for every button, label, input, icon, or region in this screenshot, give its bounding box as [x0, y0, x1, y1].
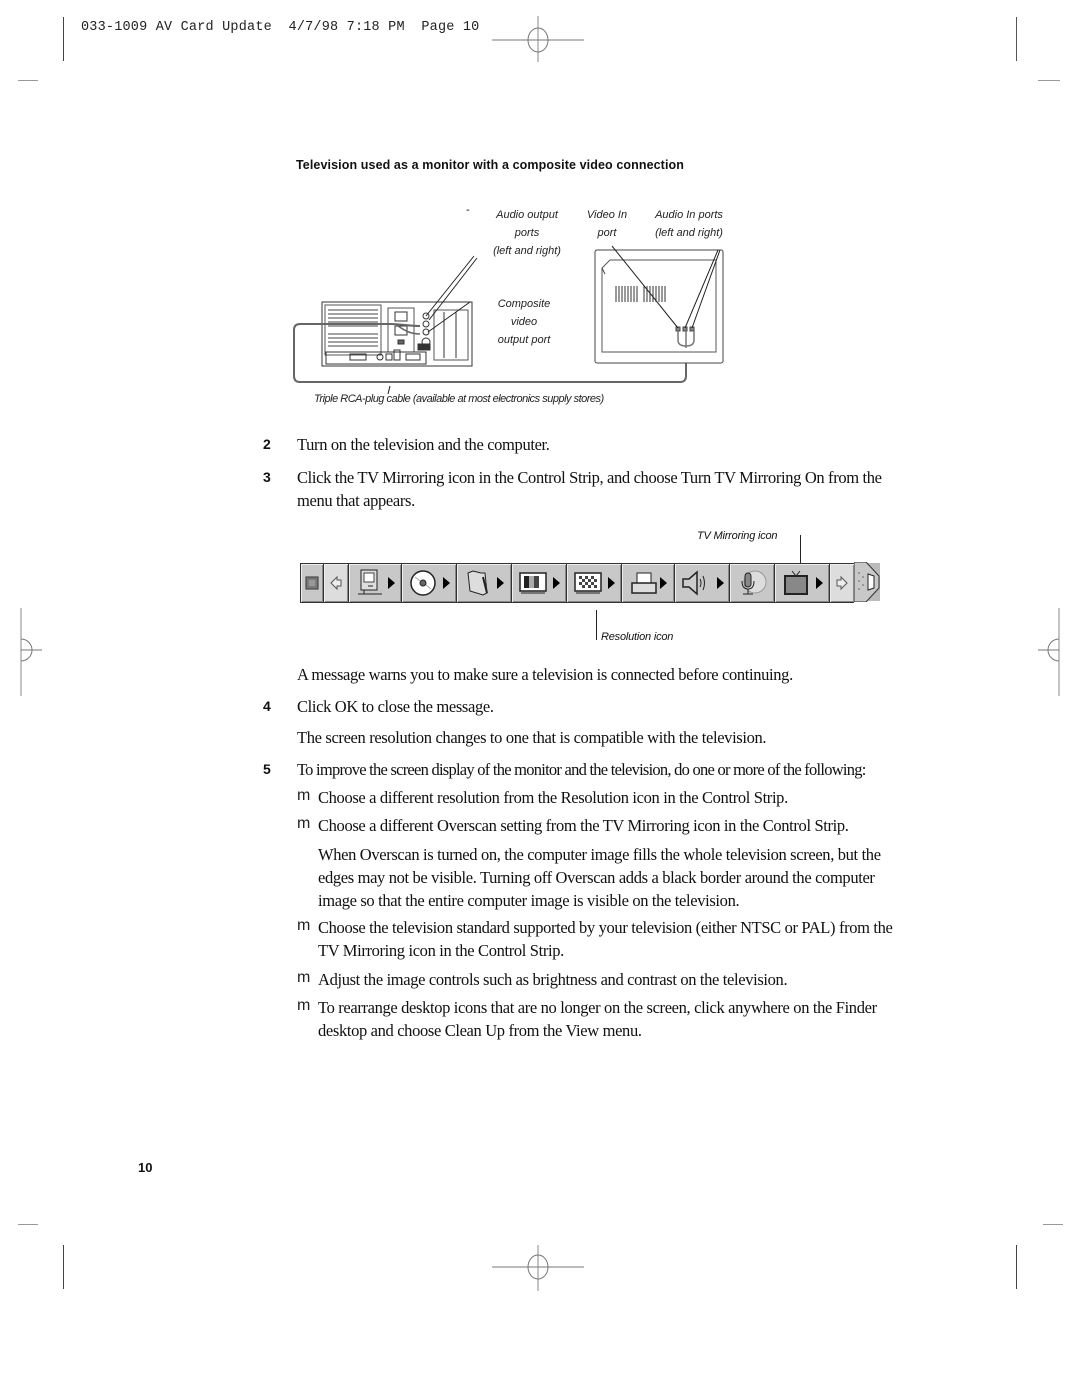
menu-arrow-icon — [815, 577, 823, 589]
crop-mark — [1043, 1224, 1063, 1225]
menu-arrow-icon — [496, 577, 504, 589]
bullet-item: To rearrange desktop icons that are no l… — [318, 998, 877, 1040]
step-text: Turn on the television and the computer. — [297, 435, 550, 454]
file-sharing-control-button[interactable] — [456, 563, 511, 603]
registration-mark-bottom — [492, 1245, 584, 1291]
expand-strip-button[interactable] — [829, 563, 854, 603]
menu-arrow-icon — [387, 577, 395, 589]
callout-dash: - — [466, 204, 470, 216]
crop-mark — [63, 17, 64, 61]
bullet-item: Choose a different resolution from the R… — [318, 788, 788, 807]
menu-arrow-icon — [716, 577, 724, 589]
step-text: Click the TV Mirroring icon in the Contr… — [297, 468, 882, 510]
computer-back-panel — [321, 301, 473, 367]
cd-control-button[interactable] — [401, 563, 456, 603]
crop-mark — [18, 1224, 38, 1225]
expand-arrow-icon — [836, 575, 848, 591]
tv-mirroring-callout: TV Mirroring icon — [697, 530, 778, 542]
registration-mark-top — [492, 16, 584, 62]
bullet-item: Choose the television standard supported… — [318, 918, 893, 960]
crop-mark — [1016, 1245, 1017, 1289]
step-text: To improve the screen display of the mon… — [297, 760, 866, 779]
control-strip — [300, 562, 880, 603]
bullet-glyph: m — [297, 787, 311, 804]
resolution-callout: Resolution icon — [601, 631, 674, 643]
menu-arrow-icon — [442, 577, 450, 589]
callout-audio-in-ports: Audio In ports (left and right) — [655, 209, 723, 239]
file-sharing-folder-icon — [466, 570, 488, 596]
speaker-volume-icon — [681, 570, 705, 596]
sound-source-control-button[interactable] — [729, 563, 774, 603]
collapse-arrow-icon — [330, 575, 342, 591]
close-strip-button[interactable] — [300, 563, 323, 603]
resolution-control-button[interactable] — [566, 563, 621, 603]
step-number: 5 — [263, 761, 271, 777]
strip-tab-icon — [854, 562, 880, 602]
menu-arrow-icon — [607, 577, 615, 589]
monitor-control-button[interactable] — [348, 563, 401, 603]
bullet-glyph: m — [297, 815, 311, 832]
overscan-note: When Overscan is turned on, the computer… — [318, 845, 881, 910]
callout-video-in-port: Video In port — [586, 209, 628, 239]
bullet-glyph: m — [297, 997, 311, 1014]
strip-tab-handle[interactable] — [854, 562, 880, 602]
step-text: Click OK to close the message. — [297, 697, 494, 716]
resolution-note: The screen resolution changes to one tha… — [297, 728, 767, 747]
color-depth-control-button[interactable] — [511, 563, 566, 603]
collapse-strip-button[interactable] — [323, 563, 348, 603]
tv-mirroring-icon — [783, 570, 808, 595]
tv-mirroring-control-button[interactable] — [774, 563, 829, 603]
printer-icon — [630, 572, 657, 594]
page-number: 10 — [138, 1160, 153, 1175]
bullet-glyph: m — [297, 917, 311, 934]
mac-monitor-icon — [357, 569, 382, 595]
figure-caption: Television used as a monitor with a comp… — [296, 158, 684, 172]
registration-mark-right — [1038, 608, 1060, 696]
registration-mark-left — [20, 608, 42, 696]
bullet-item: Adjust the image controls such as bright… — [318, 970, 788, 989]
bullet-glyph: m — [297, 969, 311, 986]
message-note: A message warns you to make sure a telev… — [297, 665, 793, 684]
close-box-icon — [305, 576, 319, 590]
crop-mark — [1016, 17, 1017, 61]
cd-icon — [409, 570, 436, 596]
step-number: 2 — [263, 436, 271, 452]
volume-control-button[interactable] — [674, 563, 729, 603]
crop-mark — [1038, 80, 1060, 81]
sound-source-icon — [741, 570, 767, 595]
printer-control-button[interactable] — [621, 563, 674, 603]
tv-back — [594, 249, 724, 364]
color-depth-icon — [518, 572, 547, 594]
menu-arrow-icon — [659, 577, 667, 589]
resolution-leader — [596, 610, 597, 640]
crop-mark — [63, 1245, 64, 1289]
crop-mark — [18, 80, 38, 81]
step-number: 4 — [263, 698, 271, 714]
bullet-item: Choose a different Overscan setting from… — [318, 816, 849, 835]
menu-arrow-icon — [552, 577, 560, 589]
diagram-artwork — [293, 245, 724, 395]
print-slug: 033-1009 AV Card Update 4/7/98 7:18 PM P… — [81, 20, 480, 35]
resolution-icon — [573, 572, 602, 594]
step-number: 3 — [263, 469, 271, 485]
